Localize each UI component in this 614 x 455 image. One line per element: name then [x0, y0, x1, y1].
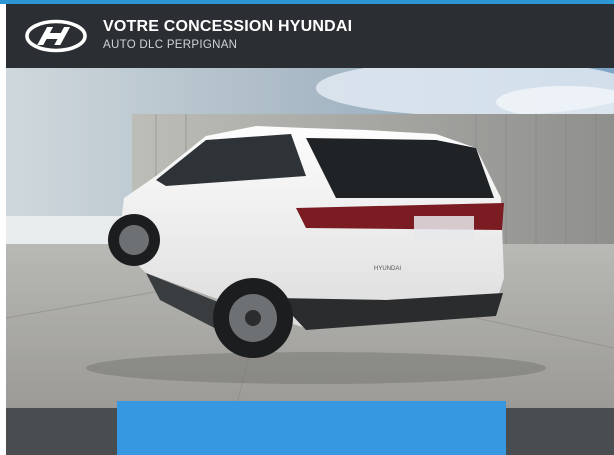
dealer-subtitle: AUTO DLC PERPIGNAN — [103, 39, 238, 51]
car-photo[interactable]: HYUNDAI — [6, 68, 614, 408]
dealer-header: VOTRE CONCESSION HYUNDAI AUTO DLC PERPIG… — [6, 4, 614, 68]
svg-text:HYUNDAI: HYUNDAI — [374, 266, 401, 272]
dealer-title: VOTRE CONCESSION HYUNDAI — [103, 18, 353, 35]
hyundai-logo-icon — [25, 19, 87, 53]
cta-button[interactable] — [117, 401, 506, 455]
